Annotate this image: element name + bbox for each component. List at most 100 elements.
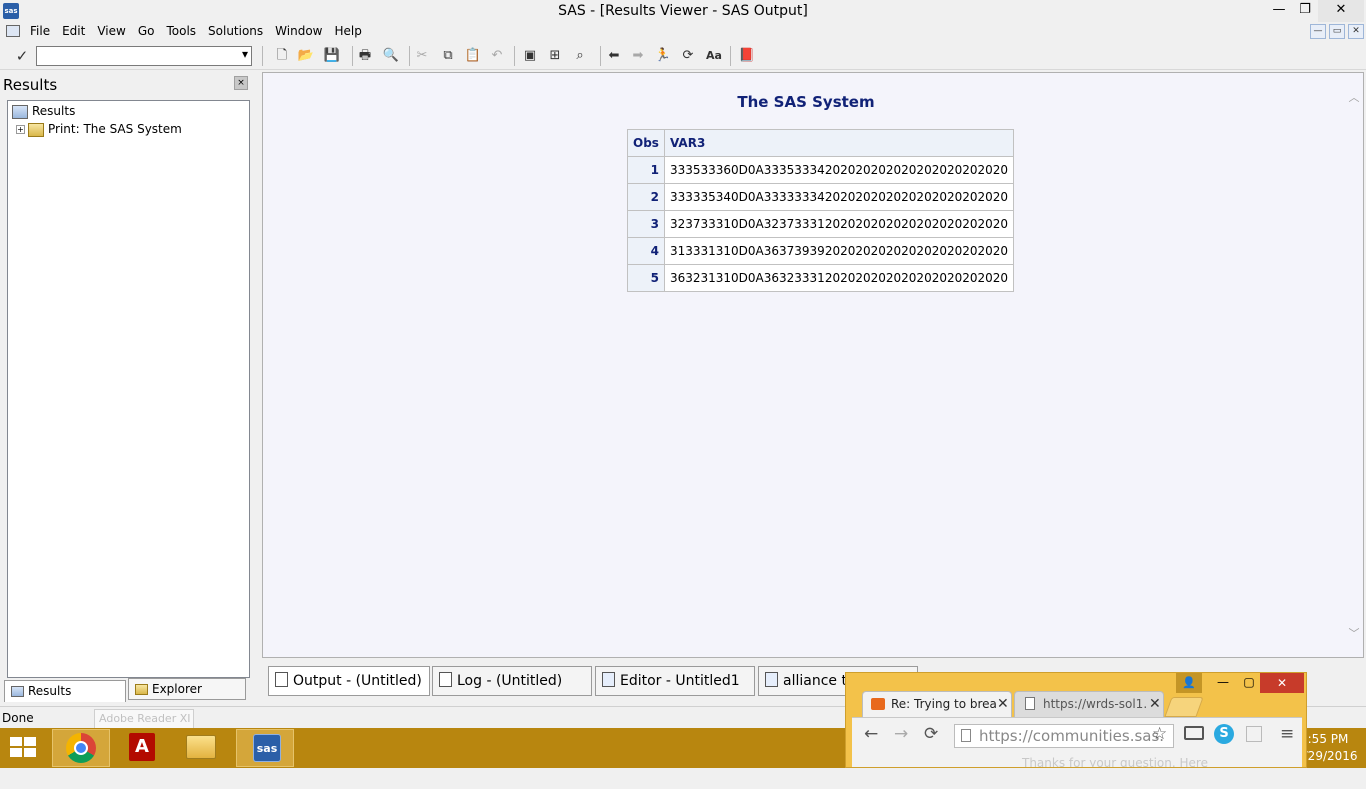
cut-icon[interactable]: ✂ bbox=[412, 46, 432, 66]
copy-icon[interactable]: ⧉ bbox=[438, 46, 458, 66]
start-button[interactable] bbox=[10, 737, 38, 759]
chrome-tab-label: https://wrds-sol1. bbox=[1043, 697, 1148, 711]
tab-output[interactable]: Output - (Untitled) bbox=[268, 666, 430, 696]
address-bar[interactable]: https://communities.sas. bbox=[954, 724, 1174, 748]
command-box[interactable]: ▾ bbox=[36, 46, 252, 66]
tree-item-label: Results bbox=[32, 104, 76, 118]
tab-explorer[interactable]: Explorer bbox=[128, 678, 246, 700]
print-preview-icon[interactable]: 🔍 bbox=[381, 46, 401, 66]
help-icon[interactable]: 📕 bbox=[737, 46, 757, 66]
sas-explorer-icon[interactable]: ⊞ bbox=[545, 46, 565, 66]
new-icon[interactable]: 🗋 bbox=[272, 46, 292, 66]
menu-go[interactable]: Go bbox=[132, 22, 161, 40]
sas-icon: sas bbox=[253, 734, 281, 762]
toolbar-separator bbox=[514, 46, 515, 66]
results-panel-close-icon[interactable]: × bbox=[234, 76, 248, 90]
tree-item-results[interactable]: Results bbox=[12, 104, 75, 119]
query-icon[interactable]: ⌕ bbox=[570, 46, 590, 66]
check-icon[interactable]: ✓ bbox=[12, 46, 32, 66]
taskbar-file-explorer[interactable] bbox=[172, 729, 230, 767]
tab-log[interactable]: Log - (Untitled) bbox=[432, 666, 592, 696]
menu-window[interactable]: Window bbox=[269, 22, 328, 40]
file-explorer-icon bbox=[186, 735, 216, 759]
forward-arrow-icon[interactable]: → bbox=[894, 724, 908, 744]
mdi-minimize-button[interactable]: — bbox=[1310, 24, 1326, 39]
menu-edit[interactable]: Edit bbox=[56, 22, 91, 40]
chrome-maximize-button[interactable]: ▢ bbox=[1236, 673, 1262, 693]
open-icon[interactable]: 📂 bbox=[296, 46, 316, 66]
table-row: 3 323733310D0A323733312020202020202020202… bbox=[627, 210, 1015, 238]
editor-icon bbox=[602, 672, 615, 687]
print-icon[interactable]: 🖶 bbox=[355, 46, 375, 66]
tab-editor-label: Editor - Untitled1 bbox=[620, 673, 740, 689]
chrome-user-icon[interactable]: 👤 bbox=[1176, 673, 1202, 693]
results-icon bbox=[11, 686, 24, 697]
chrome-menu-icon[interactable]: ≡ bbox=[1280, 724, 1294, 744]
taskbar-adobe-reader[interactable]: A bbox=[113, 729, 171, 767]
cell-obs: 2 bbox=[627, 183, 665, 211]
page-favicon-icon bbox=[1025, 697, 1035, 710]
taskbar-sas[interactable]: sas bbox=[236, 729, 294, 767]
menu-bar: File Edit View Go Tools Solutions Window Help bbox=[0, 22, 1366, 42]
table-row: 2 333335340D0A333333342020202020202020202… bbox=[627, 183, 1015, 211]
cell-var3: 333533360D0A3335333420202020202020202020… bbox=[663, 156, 1015, 184]
menu-solutions[interactable]: Solutions bbox=[202, 22, 269, 40]
adobe-reader-icon: A bbox=[129, 733, 155, 761]
menu-file[interactable]: File bbox=[24, 22, 56, 40]
window-title: SAS - [Results Viewer - SAS Output] bbox=[558, 3, 808, 19]
header-var3: VAR3 bbox=[663, 129, 1015, 157]
chrome-tab-active[interactable]: Re: Trying to brea ✕ bbox=[862, 691, 1012, 717]
header-obs: Obs bbox=[627, 129, 665, 157]
taskbar-chrome[interactable] bbox=[52, 729, 110, 767]
mdi-close-button[interactable]: ✕ bbox=[1348, 24, 1364, 39]
submit-icon[interactable]: 🏃 bbox=[653, 46, 673, 66]
scroll-down-icon[interactable]: ﹀ bbox=[1347, 625, 1361, 640]
chrome-minimize-button[interactable]: — bbox=[1210, 673, 1236, 693]
table-row: 5 363231310D0A363233312020202020202020202… bbox=[627, 264, 1015, 292]
chrome-tab-inactive[interactable]: https://wrds-sol1. ✕ bbox=[1014, 691, 1164, 717]
chevron-down-icon[interactable]: ▾ bbox=[242, 47, 248, 61]
document-icon[interactable] bbox=[6, 25, 20, 37]
tab-results-label: Results bbox=[28, 684, 72, 698]
close-tab-icon[interactable]: ✕ bbox=[997, 692, 1009, 716]
menu-view[interactable]: View bbox=[91, 22, 131, 40]
tab-log-label: Log - (Untitled) bbox=[457, 673, 563, 689]
back-arrow-icon[interactable]: ← bbox=[864, 724, 878, 744]
results-icon bbox=[12, 104, 28, 119]
menu-help[interactable]: Help bbox=[329, 22, 368, 40]
tree-item-print[interactable]: + Print: The SAS System bbox=[16, 122, 182, 137]
undo-icon[interactable]: ↶ bbox=[487, 46, 507, 66]
expand-icon[interactable]: + bbox=[16, 125, 25, 134]
menu-tools[interactable]: Tools bbox=[160, 22, 202, 40]
taskbar-tooltip: Adobe Reader XI bbox=[94, 709, 194, 729]
save-icon[interactable]: 💾 bbox=[322, 46, 342, 66]
log-icon bbox=[439, 672, 452, 687]
extension-icon[interactable] bbox=[1246, 726, 1262, 742]
forward-icon[interactable]: ➡ bbox=[628, 46, 648, 66]
output-icon bbox=[275, 672, 288, 687]
restore-button[interactable]: ❐ bbox=[1292, 0, 1318, 22]
reload-icon[interactable]: ⟳ bbox=[924, 724, 938, 744]
star-icon[interactable]: ☆ bbox=[1152, 724, 1167, 744]
close-button[interactable]: ✕ bbox=[1318, 0, 1364, 22]
page-content-text: Thanks for your question. Here bbox=[1022, 756, 1208, 768]
results-viewer: The SAS System Obs VAR3 1 333533360D0A333… bbox=[262, 72, 1364, 658]
font-icon[interactable]: Aa bbox=[704, 46, 724, 66]
chrome-close-button[interactable]: ✕ bbox=[1260, 673, 1304, 693]
scroll-up-icon[interactable]: ︿ bbox=[1347, 89, 1361, 104]
new-library-icon[interactable]: ▣ bbox=[520, 46, 540, 66]
refresh-icon[interactable]: ⟳ bbox=[678, 46, 698, 66]
new-tab-button[interactable] bbox=[1164, 697, 1204, 717]
folder-icon bbox=[28, 122, 44, 137]
close-tab-icon[interactable]: ✕ bbox=[1149, 692, 1161, 716]
tab-results[interactable]: Results bbox=[4, 680, 126, 702]
back-icon[interactable]: ⬅ bbox=[604, 46, 624, 66]
cast-icon[interactable] bbox=[1184, 726, 1204, 740]
skype-icon[interactable]: S bbox=[1214, 724, 1234, 744]
table-row: 1 333533360D0A333533342020202020202020202… bbox=[627, 156, 1015, 184]
mdi-restore-button[interactable]: ▭ bbox=[1329, 24, 1345, 39]
tab-editor[interactable]: Editor - Untitled1 bbox=[595, 666, 755, 696]
minimize-button[interactable]: — bbox=[1266, 0, 1292, 22]
toolbar: ✓ ▾ 🗋 📂 💾 🖶 🔍 ✂ ⧉ 📋 ↶ ▣ ⊞ ⌕ ⬅ ➡ 🏃 ⟳ Aa 📕 bbox=[0, 42, 1366, 70]
paste-icon[interactable]: 📋 bbox=[463, 46, 483, 66]
